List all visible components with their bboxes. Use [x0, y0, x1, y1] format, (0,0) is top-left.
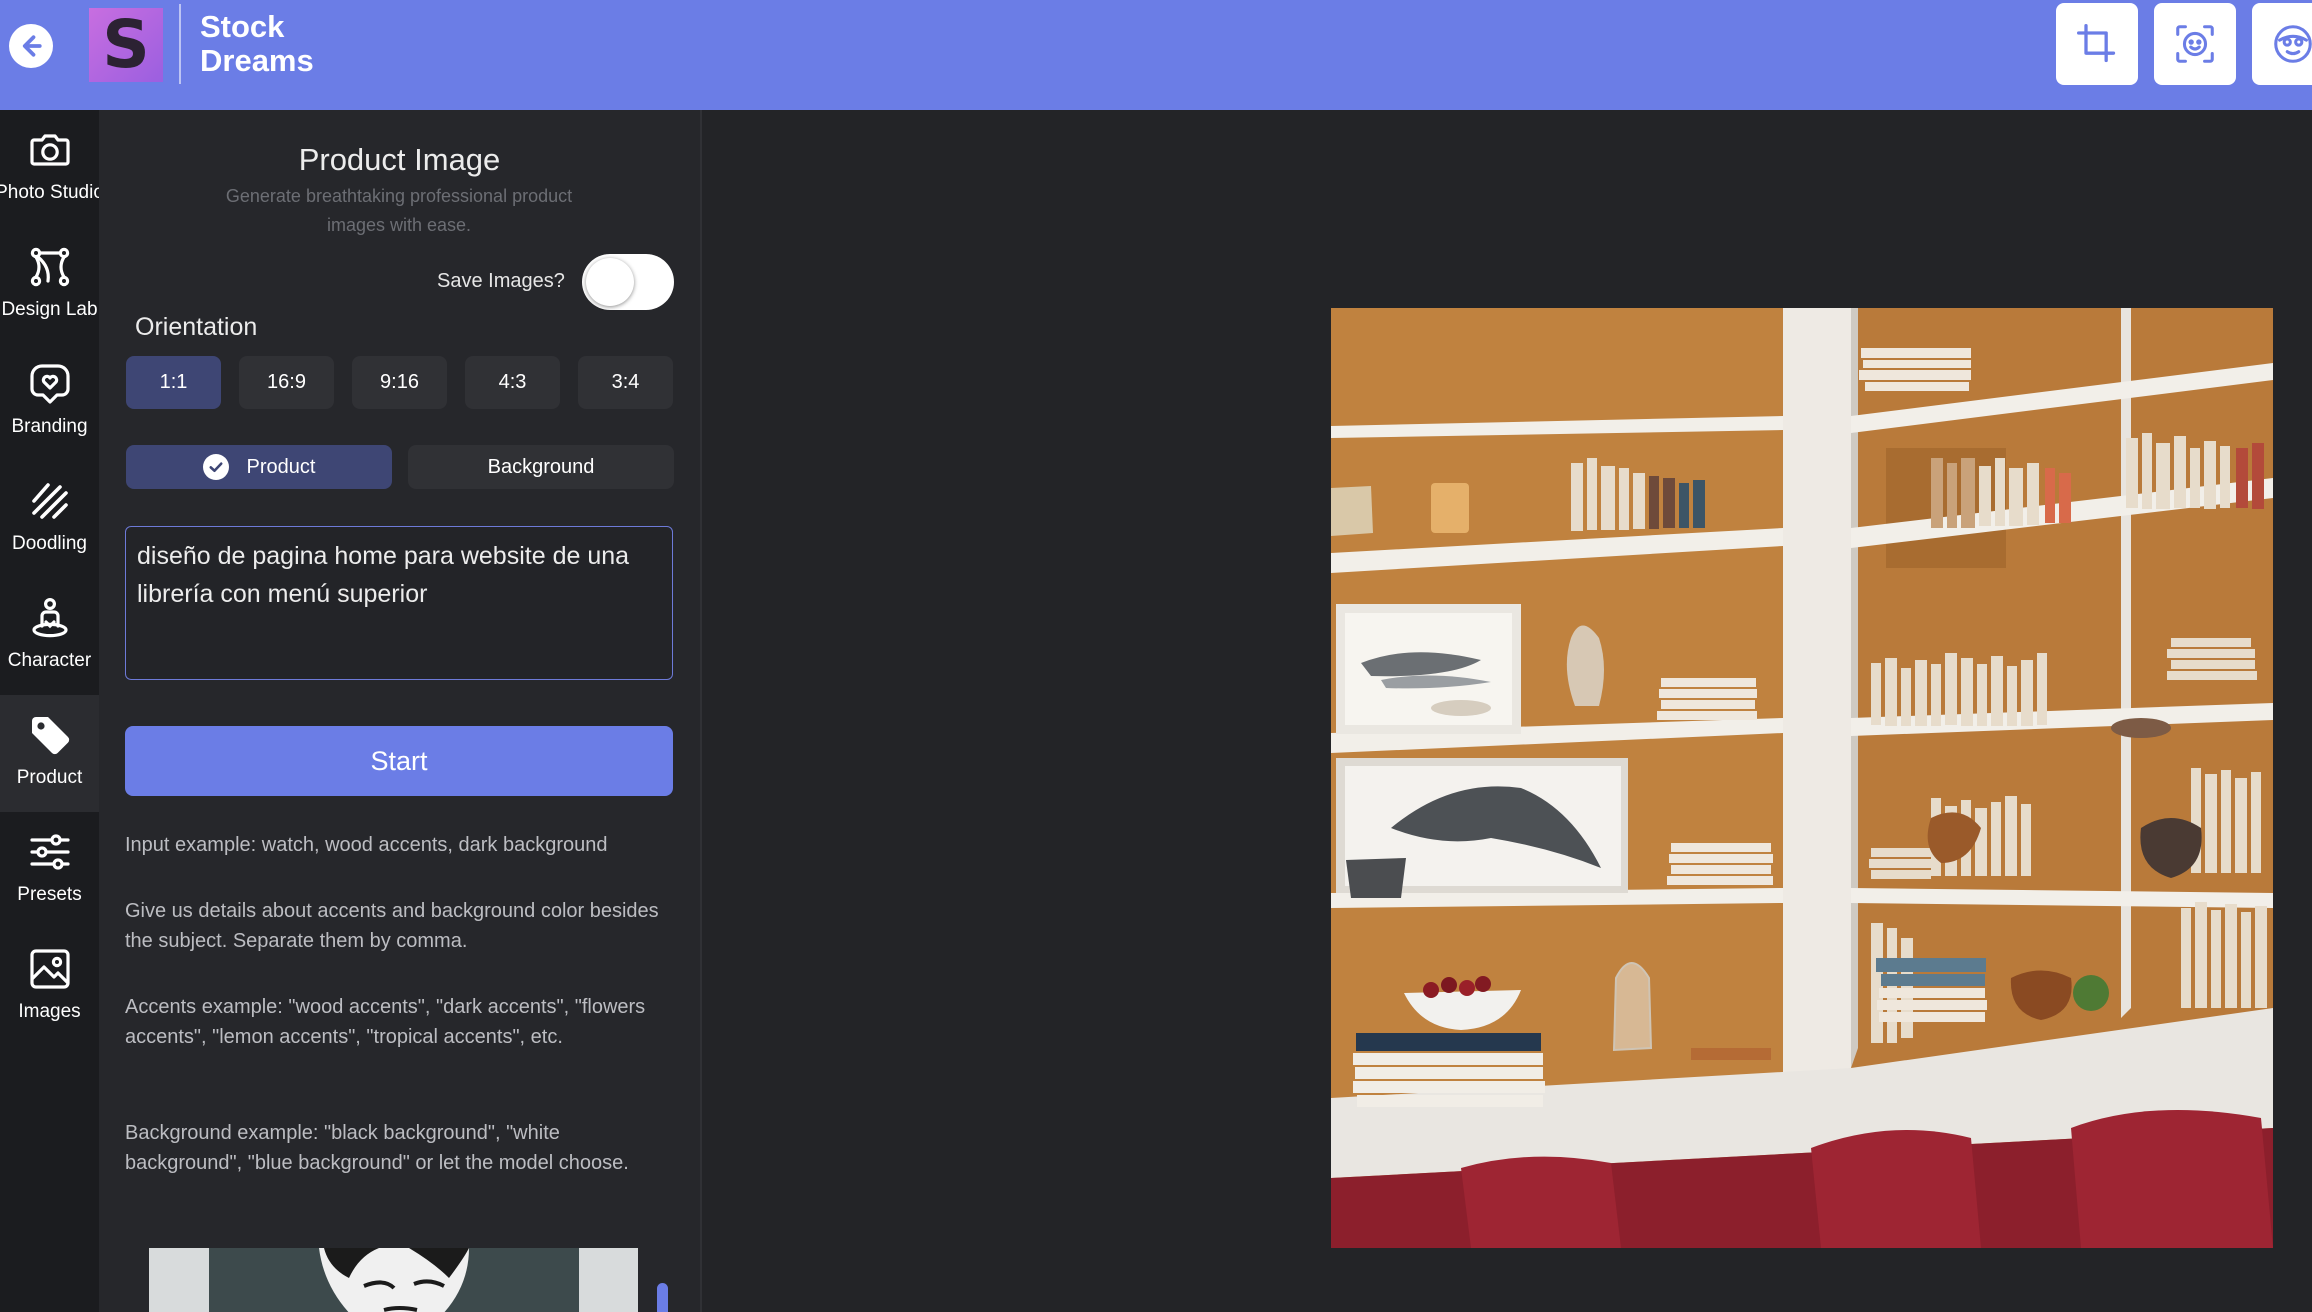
help-background-example: Background example: "black background", … [125, 1122, 629, 1174]
nav-item-images[interactable]: Images [0, 929, 99, 1046]
logo-letter: S [102, 6, 150, 83]
nav-item-branding[interactable]: Branding [0, 344, 99, 461]
face-scan-button[interactable] [2154, 3, 2236, 85]
top-bar: S Stock Dreams [0, 0, 2312, 110]
check-icon [202, 454, 229, 480]
face-scan-icon [2176, 25, 2214, 63]
heart-badge-icon [29, 364, 70, 404]
panel-scrollbar[interactable] [657, 1283, 668, 1312]
left-nav: Photo Studio Design Lab Branding Doodlin… [0, 110, 104, 1312]
nav-label: Product [16, 767, 83, 788]
orientation-1-1[interactable]: 1:1 [126, 356, 221, 409]
help-accents-example: Accents example: "wood accents", "dark a… [125, 996, 646, 1048]
mode-background-button[interactable]: Background [408, 445, 674, 489]
person-icon [31, 597, 68, 638]
camera-icon [29, 134, 70, 166]
nav-item-photo-studio[interactable]: Photo Studio [0, 110, 104, 227]
logo-divider [179, 4, 181, 84]
mode-background-label: Background [487, 455, 595, 478]
generated-image[interactable] [1331, 308, 2273, 1248]
help-details: Give us details about accents and backgr… [125, 900, 659, 952]
nav-label: Branding [11, 416, 88, 437]
nav-label: Doodling [12, 533, 87, 554]
scribble-icon [31, 483, 68, 519]
tag-icon [31, 717, 69, 755]
bezier-icon [30, 247, 69, 287]
nav-label: Presets [17, 884, 82, 905]
nav-item-character[interactable]: Character [0, 578, 99, 695]
nav-label: Design Lab [1, 299, 98, 320]
panel-subtitle: Generate breathtaking professional produ… [225, 186, 573, 235]
brand-name: Stock Dreams [200, 10, 314, 78]
toggle-knob [586, 258, 634, 306]
app-logo[interactable]: S [89, 8, 163, 82]
example-preview-image [149, 1248, 638, 1312]
nav-item-doodling[interactable]: Doodling [0, 461, 99, 578]
nav-item-product[interactable]: Product [0, 695, 99, 812]
mode-product-button[interactable]: Product [126, 445, 392, 489]
save-images-toggle[interactable] [582, 254, 674, 310]
orientation-label: Orientation [135, 313, 258, 341]
start-button[interactable]: Start [125, 726, 673, 796]
nav-label: Character [7, 650, 92, 671]
face-mask-icon [2274, 25, 2312, 63]
brand-line2: Dreams [200, 43, 314, 78]
mode-product-label: Product [246, 455, 316, 478]
orientation-4-3[interactable]: 4:3 [465, 356, 560, 409]
brand-line1: Stock [200, 9, 285, 44]
orientation-3-4[interactable]: 3:4 [578, 356, 673, 409]
face-mask-button[interactable] [2252, 3, 2312, 85]
orientation-9-16[interactable]: 9:16 [352, 356, 447, 409]
image-icon [29, 949, 70, 989]
orientation-16-9[interactable]: 16:9 [239, 356, 334, 409]
crop-icon [2077, 24, 2116, 63]
panel-title: Product Image [298, 142, 501, 177]
save-images-label: Save Images? [437, 270, 565, 292]
nav-item-presets[interactable]: Presets [0, 812, 99, 929]
arrow-left-icon [22, 35, 42, 57]
prompt-input[interactable]: diseño de pagina home para website de un… [125, 526, 673, 680]
help-input-example: Input example: watch, wood accents, dark… [125, 834, 608, 856]
back-button[interactable] [9, 24, 53, 68]
nav-label: Photo Studio [0, 182, 104, 203]
product-image-panel: Product Image Generate breathtaking prof… [99, 110, 700, 1312]
nav-item-design-lab[interactable]: Design Lab [0, 227, 99, 344]
nav-label: Images [18, 1001, 81, 1022]
sliders-icon [29, 834, 70, 870]
crop-button[interactable] [2056, 3, 2138, 85]
